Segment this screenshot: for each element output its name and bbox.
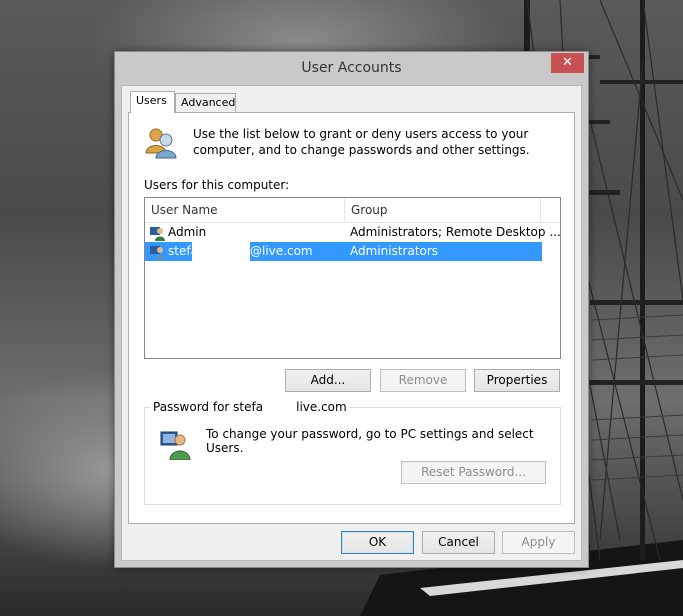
legend-suffix: live.com [296, 400, 347, 414]
reset-password-button[interactable]: Reset Password... [401, 461, 546, 484]
column-header-group[interactable]: Group [345, 198, 541, 222]
properties-button[interactable]: Properties [474, 369, 560, 392]
user-group: Administrators; Remote Desktop ... [350, 225, 561, 239]
add-button[interactable]: Add... [285, 369, 371, 392]
tab-advanced[interactable]: Advanced [175, 93, 236, 112]
redaction-block [192, 242, 250, 261]
legend-prefix: Password for stefa [153, 400, 264, 414]
listview-header: User Name Group [145, 198, 560, 223]
intro-description: Use the list below to grant or deny user… [193, 127, 530, 157]
apply-button[interactable]: Apply [502, 531, 575, 554]
user-icon [150, 246, 165, 260]
users-list-label: Users for this computer: [144, 178, 290, 192]
tab-users[interactable]: Users [130, 91, 175, 113]
ok-button[interactable]: OK [341, 531, 414, 554]
close-button[interactable]: ✕ [551, 53, 584, 73]
column-header-user-name[interactable]: User Name [145, 198, 345, 222]
user-row-admin[interactable]: Admin Administrators; Remote Desktop ... [145, 223, 561, 242]
users-listview[interactable]: User Name Group Admin Administrators; Re… [144, 197, 561, 359]
password-groupbox-legend: Password for stefa live.com [150, 400, 350, 414]
user-row-selected[interactable]: stefa @live.com Administrators [145, 242, 542, 261]
title-bar[interactable]: User Accounts ✕ [115, 52, 588, 85]
window-title: User Accounts [301, 60, 402, 76]
remove-button[interactable]: Remove [380, 369, 466, 392]
user-name-suffix: @live.com [250, 244, 313, 258]
dialog-client-area: Users Advanced Use the list below to gra… [121, 85, 582, 561]
user-icon [150, 227, 165, 241]
password-groupbox: Password for stefa live.com To change you… [144, 400, 561, 505]
user-password-icon [160, 431, 191, 460]
cancel-button[interactable]: Cancel [422, 531, 495, 554]
password-instructions: To change your password, go to PC settin… [206, 427, 534, 455]
users-tab-panel: Use the list below to grant or deny user… [128, 112, 575, 524]
users-group-icon [145, 128, 177, 159]
user-group: Administrators [350, 244, 439, 258]
user-name: Admin [168, 225, 207, 239]
user-accounts-dialog: User Accounts ✕ Users Advanced Use the l… [114, 51, 589, 568]
